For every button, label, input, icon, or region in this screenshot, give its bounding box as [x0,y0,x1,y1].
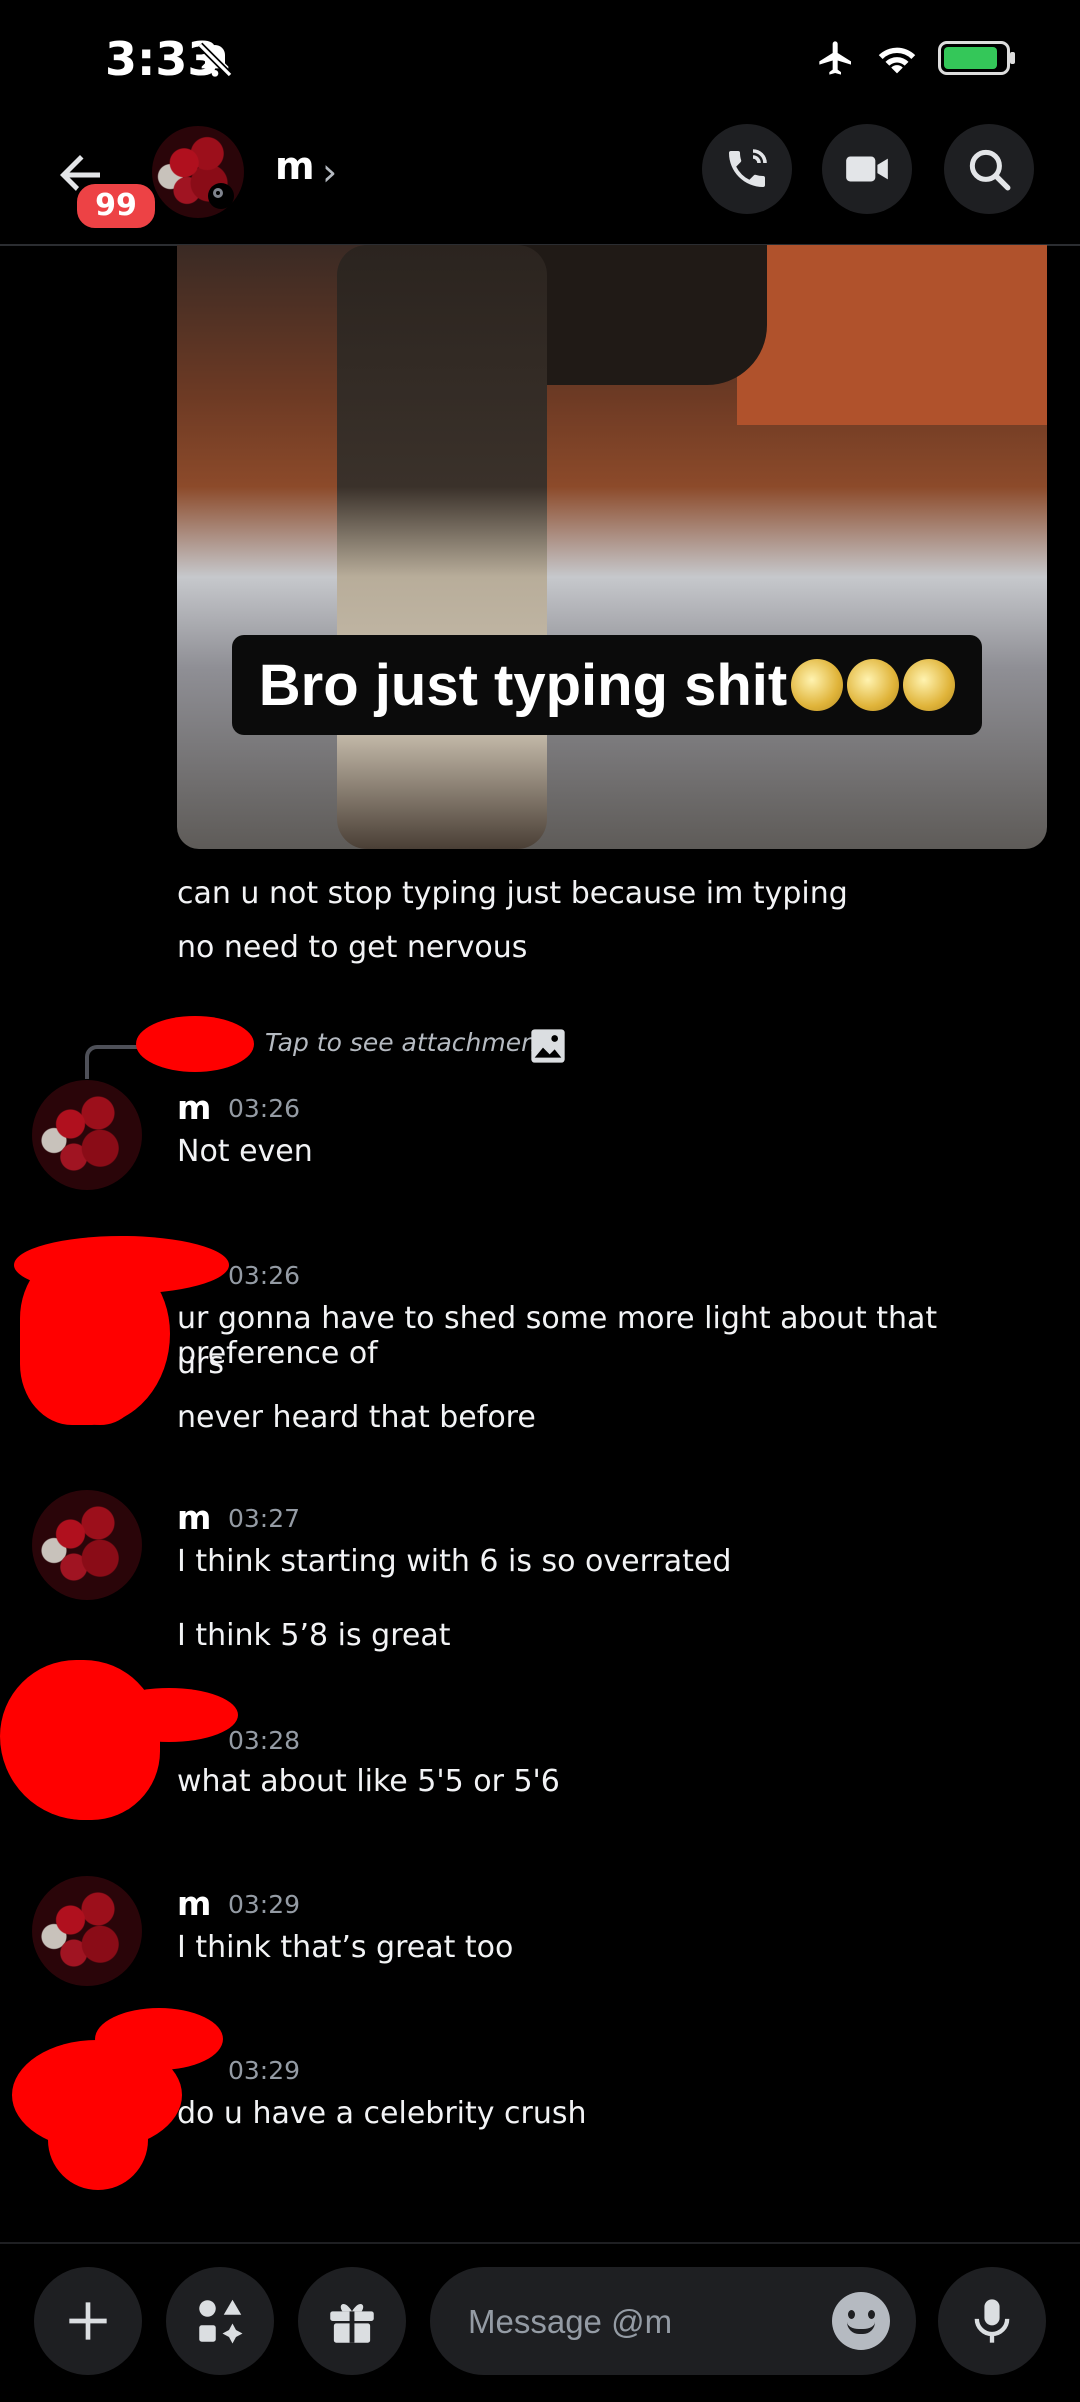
microphone-icon [974,2299,1010,2343]
plus-icon [69,2302,107,2340]
message-text: I think that’s great too [177,1930,514,1965]
voice-call-button[interactable] [702,124,792,214]
redaction-mark [30,1740,140,1820]
battery-icon [938,41,1015,75]
message-text: I think starting with 6 is so overrated [177,1544,732,1579]
offline-status-icon [208,183,234,209]
image-attachment-icon [531,1029,565,1063]
status-icons [816,38,1015,78]
phone-icon [729,149,767,187]
redaction-mark [48,2090,148,2190]
airplane-icon [819,41,851,75]
user-avatar[interactable] [32,1876,142,1986]
meme-caption: Bro just typing shit [232,635,982,735]
add-attachment-button[interactable] [34,2267,142,2375]
search-icon [969,149,1011,191]
chevron-right-icon[interactable]: › [322,150,337,194]
message-text: never heard that before [177,1400,536,1435]
message-timestamp: 03:26 [228,1094,301,1123]
wifi-icon [878,47,916,74]
message-timestamp: 03:29 [228,2056,301,2085]
dizzy-face-emoji-icon [791,659,844,711]
message-text: Not even [177,1134,313,1169]
user-avatar[interactable] [32,1490,142,1600]
reply-connector [85,1045,139,1079]
message-text: no need to get nervous [177,930,528,965]
message-text: can u not stop typing just because im ty… [177,876,848,911]
redaction-mark [136,1016,254,1072]
author-name[interactable]: m [177,1498,211,1537]
apps-button[interactable] [166,2267,274,2375]
message-text: urs [177,1346,224,1381]
dizzy-face-emoji-icon [847,659,900,711]
message-timestamp: 03:29 [228,1890,301,1919]
redaction-mark [100,1688,238,1742]
redaction-mark [60,1320,140,1425]
message-text: I think 5’8 is great [177,1618,451,1653]
video-camera-icon [846,156,888,182]
dizzy-face-emoji-icon [903,659,956,711]
voice-message-button[interactable] [938,2267,1046,2375]
reply-preview-text[interactable]: Tap to see attachment [265,1028,547,1057]
message-text: do u have a celebrity crush [177,2096,587,2131]
user-avatar[interactable] [32,1080,142,1190]
search-button[interactable] [944,124,1034,214]
meme-image-attachment[interactable]: Bro just typing shit [177,245,1047,849]
message-text: what about like 5'5 or 5'6 [177,1764,560,1799]
gift-icon [330,2303,374,2343]
author-name[interactable]: m [177,1088,211,1127]
message-timestamp: 03:27 [228,1504,301,1533]
emoji-picker-icon[interactable] [832,2292,890,2350]
message-input[interactable] [466,2267,830,2377]
header-username[interactable]: m [275,144,315,188]
message-composer[interactable] [430,2267,916,2377]
message-timestamp: 03:26 [228,1261,301,1290]
message-timestamp: 03:28 [228,1726,301,1755]
unread-badge: 99 [73,180,159,232]
video-call-button[interactable] [822,124,912,214]
message-text: ur gonna have to shed some more light ab… [177,1301,938,1371]
apps-icon [199,2299,243,2344]
author-name[interactable]: m [177,1884,211,1923]
gift-button[interactable] [298,2267,406,2375]
bell-off-icon [197,42,233,78]
